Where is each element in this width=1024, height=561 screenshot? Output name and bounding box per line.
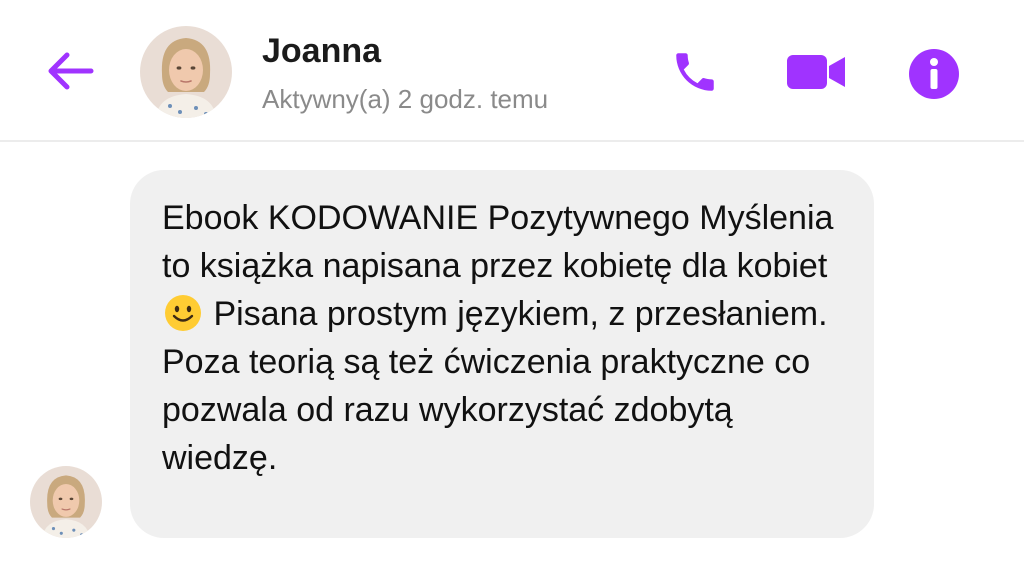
arrow-left-icon <box>48 52 94 90</box>
call-button[interactable] <box>664 44 726 100</box>
video-call-button[interactable] <box>780 44 852 100</box>
info-button[interactable] <box>904 44 964 104</box>
contact-avatar[interactable] <box>140 26 232 118</box>
contact-status: Aktywny(a) 2 godz. temu <box>262 84 549 114</box>
message-text: Ebook KODOWANIE Pozytywnego Myślenia to … <box>162 194 842 482</box>
message-bubble[interactable]: Ebook KODOWANIE Pozytywnego Myślenia to … <box>130 170 874 538</box>
message-text-part-1: Ebook KODOWANIE Pozytywnego Myślenia to … <box>162 199 834 285</box>
info-icon <box>909 49 959 99</box>
video-camera-icon <box>787 55 845 89</box>
sender-avatar[interactable] <box>30 466 102 538</box>
chat-header: Joanna Aktywny(a) 2 godz. temu <box>0 0 1024 142</box>
back-button[interactable] <box>40 45 98 97</box>
message-text-part-2: Pisana prostym językiem, z przesłaniem. … <box>162 295 828 477</box>
phone-icon <box>676 53 714 91</box>
smiling-face-emoji-icon <box>164 294 202 332</box>
contact-name[interactable]: Joanna <box>262 32 381 71</box>
